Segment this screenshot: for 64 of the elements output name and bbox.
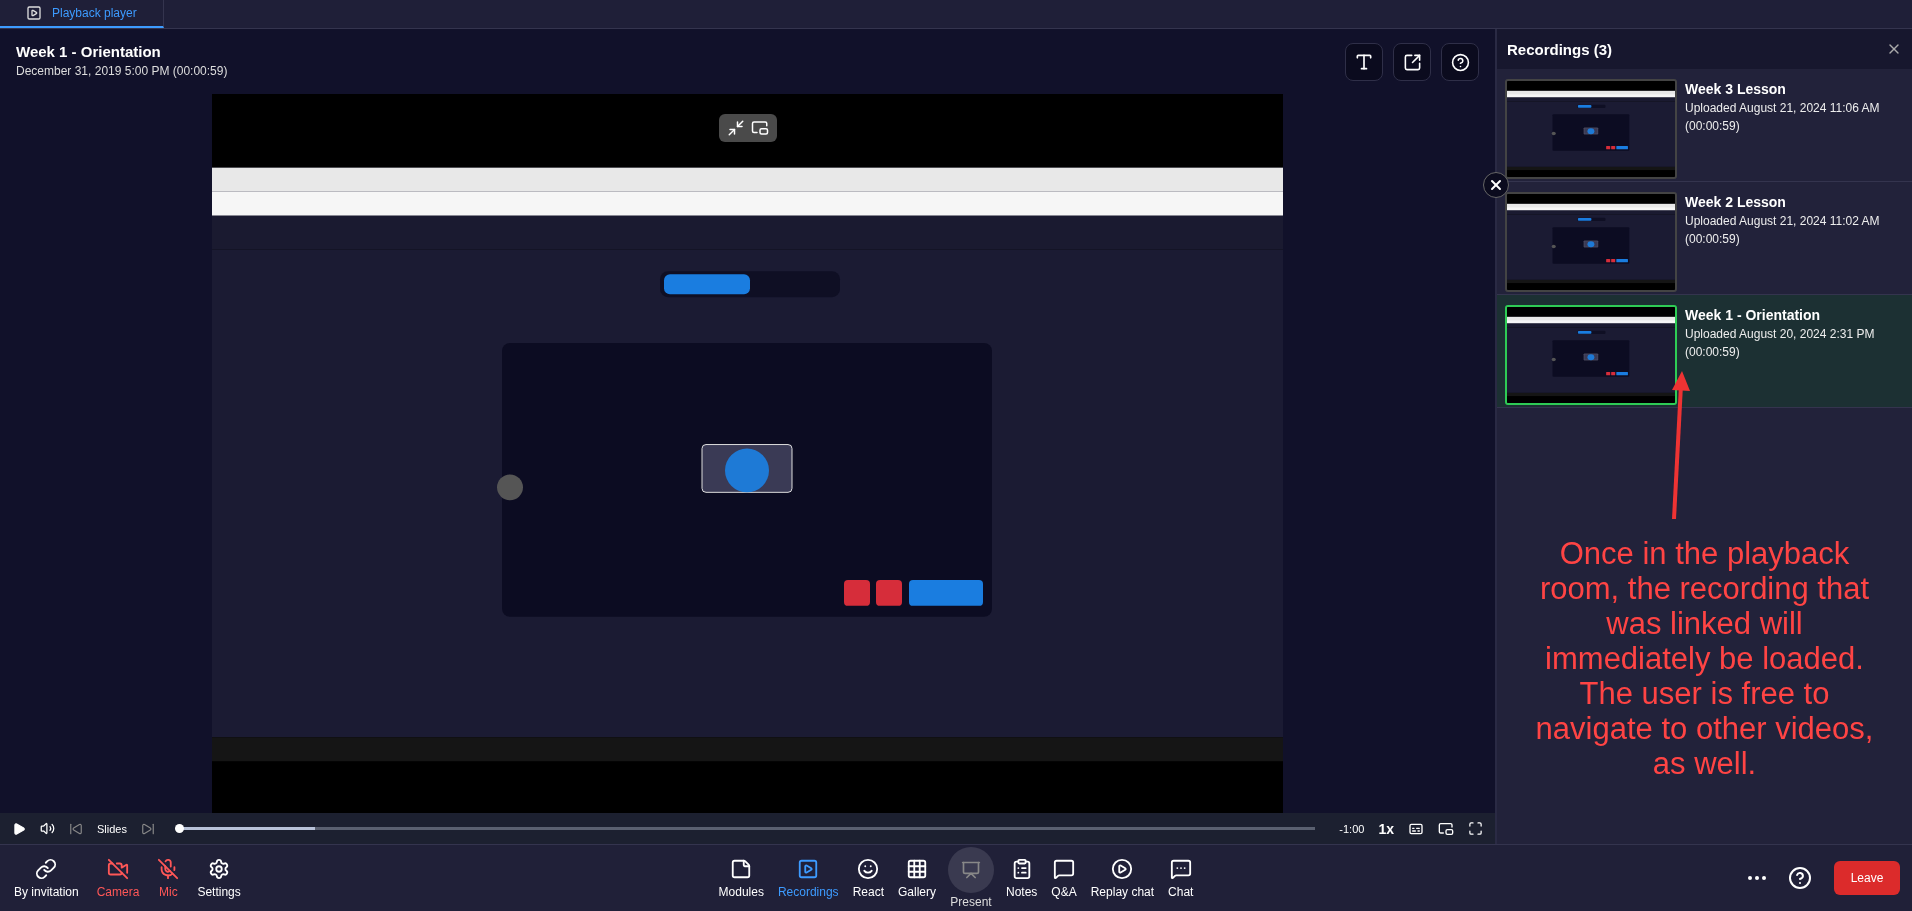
toolbar-button[interactable]: Q&A — [1049, 853, 1079, 903]
note-icon — [730, 857, 753, 880]
upload-date: Uploaded August 21, 2024 11:06 AM — [1685, 101, 1880, 115]
toolbar-button[interactable]: Notes — [1004, 853, 1040, 903]
play-square-icon — [797, 857, 820, 880]
link-icon — [35, 857, 58, 880]
picture-in-picture-icon[interactable] — [1438, 820, 1454, 837]
remaining-time: -1:00 — [1339, 822, 1365, 835]
camera-icon — [107, 857, 130, 880]
progress-track[interactable] — [178, 827, 1316, 830]
text-size-button[interactable] — [1345, 43, 1383, 81]
item-title: Week 3 Lesson — [1685, 81, 1787, 97]
recording-item[interactable]: Week 1 - Orientation Uploaded August 20, 2024 2:31 PM (00:00:59) — [1497, 295, 1912, 408]
toolbar-button[interactable]: Camera — [94, 853, 142, 903]
more-button[interactable] — [1748, 876, 1766, 880]
toolbar-button[interactable]: Modules — [716, 853, 766, 903]
item-title: Week 2 Lesson — [1685, 194, 1787, 210]
ellipsis-icon — [1748, 876, 1766, 880]
speech-bubble-icon — [1053, 857, 1076, 880]
close-button[interactable] — [1483, 172, 1509, 198]
previous-icon[interactable] — [69, 821, 83, 836]
tab[interactable]: Playback player — [0, 0, 164, 28]
toolbar-button[interactable]: Recordings — [775, 853, 841, 903]
upload-date: Uploaded August 20, 2024 2:31 PM — [1685, 327, 1875, 341]
duration: (00:00:59) — [1685, 345, 1741, 359]
slides-label: Slides — [97, 822, 127, 835]
microphone-icon — [157, 857, 180, 880]
close-icon — [1488, 177, 1504, 193]
shrink-icon[interactable] — [726, 119, 745, 137]
toolbar-button[interactable]: Gallery — [896, 853, 938, 903]
text-size-icon — [1354, 52, 1374, 72]
help-icon — [1450, 52, 1470, 72]
upload-date: Uploaded August 21, 2024 11:02 AM — [1685, 214, 1880, 228]
play-circle-icon — [1111, 857, 1134, 880]
smiley-icon — [857, 857, 880, 880]
duration: (00:00:59) — [1685, 119, 1741, 133]
help-icon — [1788, 866, 1812, 890]
speed-control[interactable]: 1x — [1378, 820, 1394, 837]
share-button[interactable] — [1393, 43, 1431, 81]
presentation-icon — [961, 860, 981, 880]
volume-icon[interactable] — [40, 821, 55, 836]
recording-date: December 31, 2019 5:00 PM (00:00:59) — [16, 64, 228, 78]
play-icon — [26, 5, 42, 21]
share-icon — [1402, 52, 1422, 72]
toolbar-button[interactable]: Mic — [155, 853, 182, 903]
play-icon[interactable] — [12, 821, 26, 836]
toolbar-button[interactable]: Settings — [195, 853, 243, 903]
picture-in-picture-icon[interactable] — [750, 119, 769, 137]
fullscreen-icon[interactable] — [1468, 821, 1483, 836]
grid-icon — [906, 857, 928, 880]
toolbar-button[interactable]: React — [850, 853, 886, 903]
gear-icon — [208, 857, 231, 880]
help-button[interactable] — [1441, 43, 1479, 81]
annotation-text: Once in the playback room, the recording that was linked will immediately be loaded. The user is free to navigate to other videos, as well. — [1534, 536, 1875, 781]
toolbar-button[interactable]: Replay chat — [1088, 853, 1157, 903]
next-icon[interactable] — [140, 821, 155, 836]
item-title: Week 1 - Orientation — [1685, 307, 1822, 323]
chat-icon — [1169, 857, 1192, 880]
duration: (00:00:59) — [1685, 232, 1741, 246]
leave-button[interactable]: Leave — [1834, 861, 1900, 895]
toolbar-button[interactable]: By invitation — [12, 853, 81, 903]
panel-title: Recordings (3) — [1507, 40, 1612, 58]
toolbar-button[interactable]: Chat — [1166, 853, 1196, 903]
recording-title: Week 1 - Orientation — [16, 43, 162, 60]
